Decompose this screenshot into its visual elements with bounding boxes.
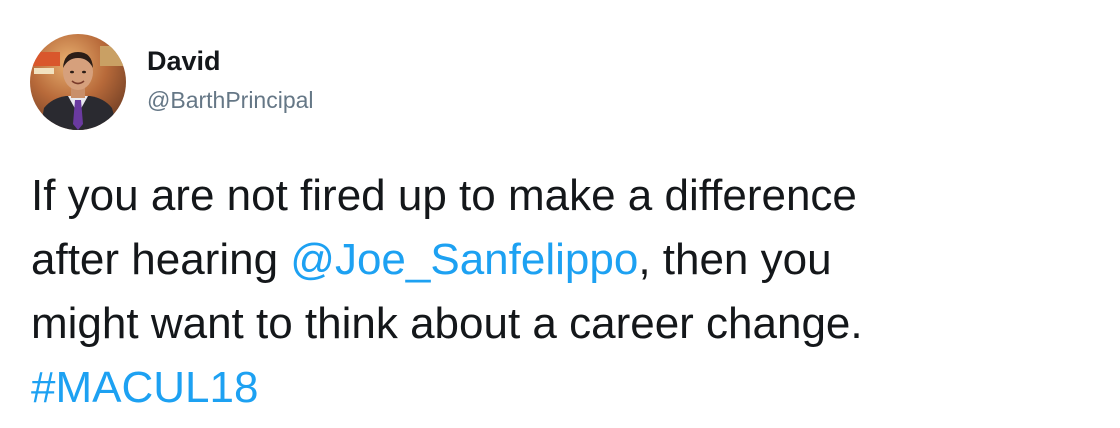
tweet-line-3: might want to think about a career chang… (31, 299, 863, 348)
tweet-line-2: after hearing @Joe_Sanfelippo, then you (31, 228, 1111, 292)
tweet-line-4: #MACUL18 (31, 356, 1111, 420)
avatar[interactable] (30, 34, 126, 130)
mention-link[interactable]: @Joe_Sanfelippo (290, 235, 638, 284)
author-handle[interactable]: @BarthPrincipal (147, 86, 314, 114)
author-name[interactable]: David (147, 46, 221, 76)
avatar-image (30, 34, 126, 130)
tweet-card: David @BarthPrincipal If you are not fir… (0, 0, 1120, 428)
tweet-line-1: If you are not fired up to make a differ… (31, 171, 857, 220)
tweet-text: If you are not fired up to make a differ… (31, 164, 1111, 420)
hashtag-link[interactable]: #MACUL18 (31, 363, 258, 412)
tweet-text-segment: after hearing (31, 235, 291, 284)
tweet-text-segment: , then you (638, 235, 832, 284)
